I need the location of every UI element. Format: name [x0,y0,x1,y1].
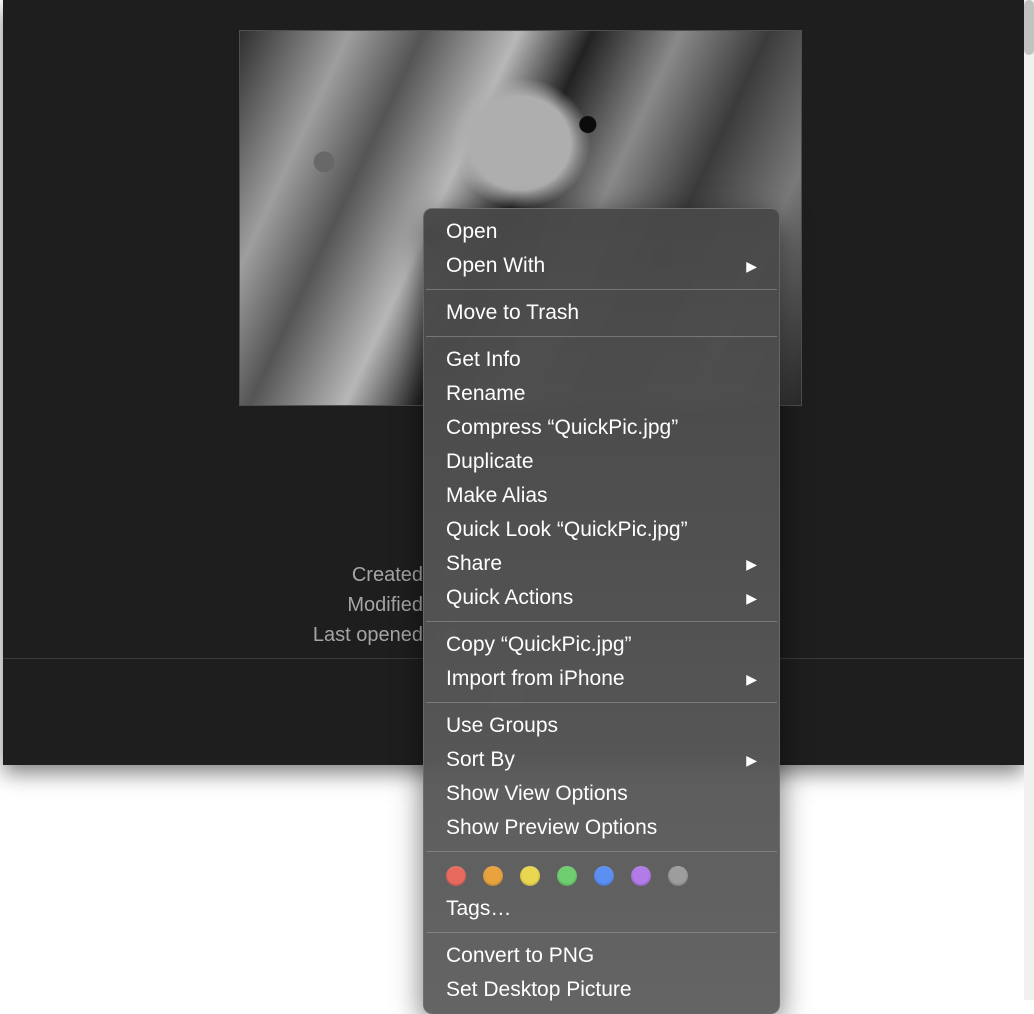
menu-quick-actions[interactable]: Quick Actions ▶ [424,581,779,615]
tag-purple[interactable] [631,866,651,886]
last-opened-label: Last opened [3,620,423,650]
menu-get-info[interactable]: Get Info [424,343,779,377]
menu-convert-to-png[interactable]: Convert to PNG [424,939,779,973]
menu-separator [426,289,777,290]
context-menu[interactable]: Open Open With ▶ Move to Trash Get Info … [423,208,780,1014]
tag-yellow[interactable] [520,866,540,886]
menu-share[interactable]: Share ▶ [424,547,779,581]
submenu-arrow-icon: ▶ [746,549,757,579]
menu-use-groups[interactable]: Use Groups [424,709,779,743]
menu-move-to-trash[interactable]: Move to Trash [424,296,779,330]
menu-open[interactable]: Open [424,215,779,249]
menu-import-from-iphone[interactable]: Import from iPhone ▶ [424,662,779,696]
menu-separator [426,336,777,337]
scrollbar-thumb[interactable] [1024,0,1034,55]
menu-compress[interactable]: Compress “QuickPic.jpg” [424,411,779,445]
menu-copy[interactable]: Copy “QuickPic.jpg” [424,628,779,662]
menu-separator [426,851,777,852]
menu-separator [426,932,777,933]
submenu-arrow-icon: ▶ [746,664,757,694]
submenu-arrow-icon: ▶ [746,745,757,775]
menu-tags[interactable]: Tags… [424,892,779,926]
menu-rename[interactable]: Rename [424,377,779,411]
submenu-arrow-icon: ▶ [746,251,757,281]
menu-make-alias[interactable]: Make Alias [424,479,779,513]
menu-open-with[interactable]: Open With ▶ [424,249,779,283]
menu-separator [426,702,777,703]
modified-label: Modified [3,590,423,620]
created-label: Created [3,560,423,590]
menu-set-desktop-picture[interactable]: Set Desktop Picture [424,973,779,1007]
tag-orange[interactable] [483,866,503,886]
menu-show-preview-options[interactable]: Show Preview Options [424,811,779,845]
submenu-arrow-icon: ▶ [746,583,757,613]
page-scrollbar[interactable] [1024,0,1034,1000]
tag-red[interactable] [446,866,466,886]
tag-green[interactable] [557,866,577,886]
menu-separator [426,621,777,622]
menu-sort-by[interactable]: Sort By ▶ [424,743,779,777]
menu-show-view-options[interactable]: Show View Options [424,777,779,811]
menu-duplicate[interactable]: Duplicate [424,445,779,479]
menu-quick-look[interactable]: Quick Look “QuickPic.jpg” [424,513,779,547]
tag-gray[interactable] [668,866,688,886]
tag-blue[interactable] [594,866,614,886]
menu-tags-colors [424,858,779,892]
